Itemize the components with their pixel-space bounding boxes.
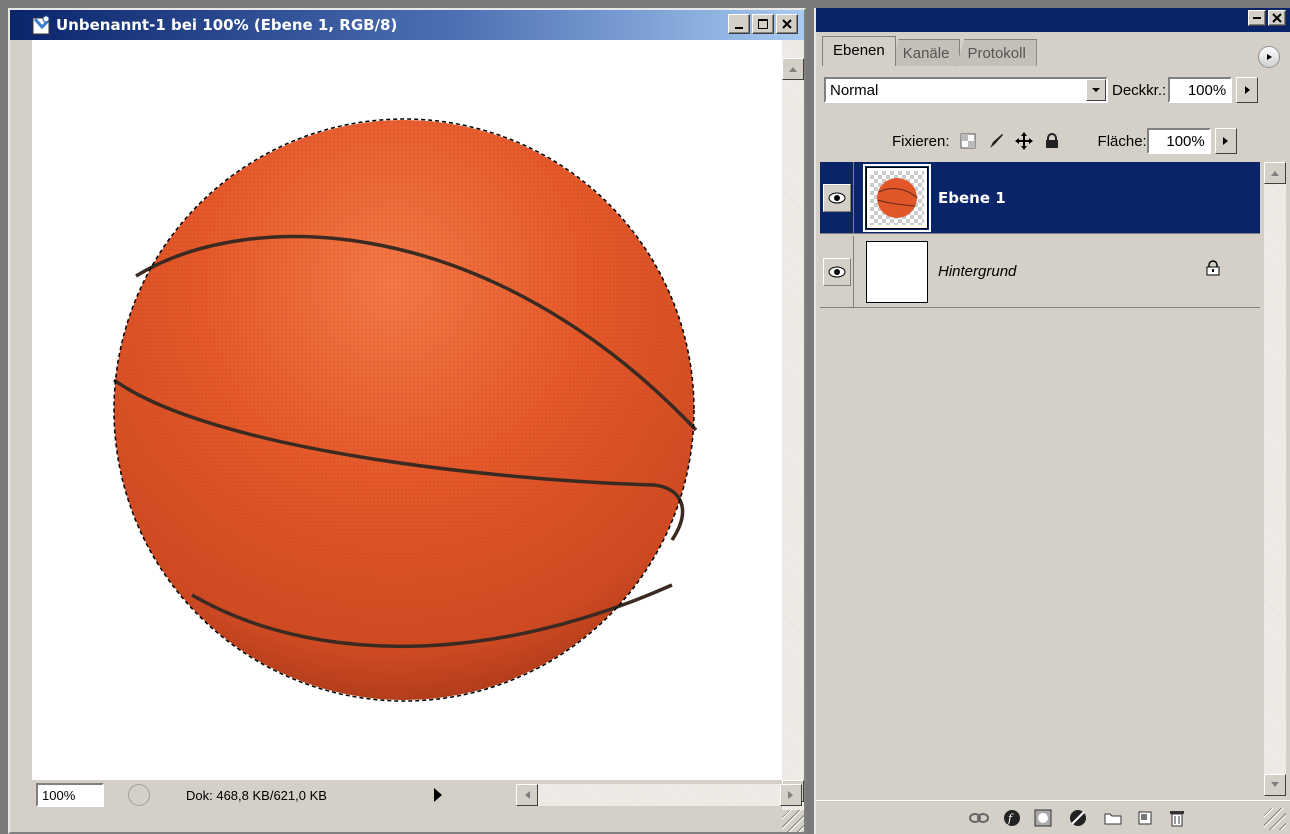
layer-thumbnail (863, 163, 931, 232)
panel-window-controls (1248, 10, 1286, 26)
blend-mode-select[interactable]: Normal (824, 77, 1108, 103)
vertical-scrollbar[interactable] (782, 40, 804, 810)
blend-dropdown-button[interactable] (1086, 79, 1106, 101)
layer-name[interactable]: Ebene 1 (938, 189, 1006, 207)
tab-ebenen[interactable]: Ebenen (822, 36, 896, 66)
lock-options-row: Fixieren: Fläche: 100% (824, 126, 1286, 156)
link-layers-icon[interactable] (966, 806, 992, 830)
layers-list: Ebene 1 Hintergrund (820, 161, 1260, 774)
eye-icon (828, 266, 845, 277)
scroll-right-button[interactable] (780, 784, 802, 806)
layer-mask-icon[interactable] (1030, 806, 1056, 830)
new-group-folder-icon[interactable] (1100, 806, 1126, 830)
status-menu-arrow-icon[interactable] (434, 788, 442, 802)
image-canvas[interactable] (32, 40, 782, 780)
lock-icon (1206, 260, 1220, 276)
status-bar: 100% Dok: 468,8 KB/621,0 KB (32, 780, 802, 810)
status-clock-icon (128, 784, 150, 806)
arrow-up-icon (1271, 171, 1279, 176)
fill-field[interactable]: 100% (1146, 128, 1211, 154)
layer-visibility-toggle[interactable] (820, 161, 854, 234)
fill-slider-button[interactable] (1214, 128, 1237, 154)
document-size-info[interactable]: Dok: 468,8 KB/621,0 KB (186, 788, 426, 803)
document-window: Unbenannt-1 bei 100% (Ebene 1, RGB/8) 10… (8, 8, 806, 834)
basketball-thumbnail-icon (877, 177, 918, 218)
basketball-texture (114, 120, 694, 700)
panel-resize-grip[interactable] (1264, 808, 1286, 830)
fill-label: Fläche: (1097, 132, 1147, 150)
arrow-right-icon (1223, 137, 1229, 145)
window-controls (728, 14, 798, 34)
arrow-down-icon (1271, 782, 1279, 787)
close-button[interactable] (776, 14, 798, 34)
layer-name[interactable]: Hintergrund (938, 263, 1016, 280)
opacity-field[interactable]: 100% (1168, 77, 1233, 103)
scroll-down-button[interactable] (1264, 774, 1286, 796)
panel-tabs: Ebenen Kanäle Protokoll (822, 32, 1037, 66)
basketball-image (112, 118, 698, 702)
layer-thumbnail (866, 240, 928, 303)
panel-minimize-button[interactable] (1248, 10, 1266, 26)
new-layer-icon[interactable] (1132, 806, 1158, 830)
arrow-up-icon (789, 67, 797, 72)
arrow-right-icon (788, 791, 793, 799)
tab-kanaele[interactable]: Kanäle (891, 39, 961, 66)
close-icon (1272, 13, 1282, 23)
layers-bottom-toolbar: f (816, 800, 1290, 834)
menu-arrow-icon (1267, 54, 1272, 60)
scroll-up-button[interactable] (1264, 162, 1286, 184)
eye-icon (828, 192, 845, 203)
scroll-up-button[interactable] (782, 58, 804, 80)
maximize-icon (758, 19, 768, 29)
blend-options-row: Normal Deckkr.: 100% (824, 76, 1286, 104)
minimize-icon (735, 27, 743, 29)
lock-transparency-icon[interactable] (958, 131, 978, 151)
panel-title-bar[interactable] (816, 8, 1290, 32)
tab-protokoll[interactable]: Protokoll (956, 39, 1037, 66)
layer-row-ebene-1[interactable]: Ebene 1 (820, 161, 1260, 234)
panel-menu-button[interactable] (1258, 46, 1280, 68)
document-title: Unbenannt-1 bei 100% (Ebene 1, RGB/8) (56, 16, 398, 34)
blend-mode-value: Normal (830, 82, 879, 99)
layer-style-icon[interactable]: f (1000, 806, 1026, 830)
trash-delete-layer-icon[interactable] (1164, 806, 1190, 830)
minimize-icon (1253, 17, 1261, 19)
layer-row-hintergrund[interactable]: Hintergrund (820, 235, 1260, 308)
document-title-bar[interactable]: Unbenannt-1 bei 100% (Ebene 1, RGB/8) (10, 10, 804, 40)
close-icon (782, 19, 792, 29)
arrow-left-icon (525, 791, 530, 799)
layers-panel: Ebenen Kanäle Protokoll Normal Deckkr.: … (814, 8, 1290, 834)
chevron-down-icon (1092, 88, 1100, 92)
panel-close-button[interactable] (1268, 10, 1286, 26)
adjustment-layer-icon[interactable] (1066, 806, 1092, 830)
lock-pixels-brush-icon[interactable] (986, 131, 1006, 151)
layer-visibility-toggle[interactable] (820, 235, 854, 308)
scroll-left-button[interactable] (516, 784, 538, 806)
opacity-slider-button[interactable] (1236, 77, 1259, 103)
resize-grip[interactable] (782, 810, 804, 832)
maximize-button[interactable] (752, 14, 774, 34)
layers-scrollbar[interactable] (1264, 162, 1286, 796)
zoom-level-field[interactable]: 100% (36, 783, 104, 807)
horizontal-scrollbar[interactable] (516, 784, 802, 806)
photoshop-document-icon (32, 15, 50, 35)
arrow-right-icon (1244, 86, 1250, 94)
lock-label: Fixieren: (892, 132, 950, 150)
minimize-button[interactable] (728, 14, 750, 34)
lock-position-move-icon[interactable] (1014, 131, 1034, 151)
opacity-label: Deckkr.: (1112, 81, 1167, 99)
lock-all-icon[interactable] (1042, 131, 1062, 151)
